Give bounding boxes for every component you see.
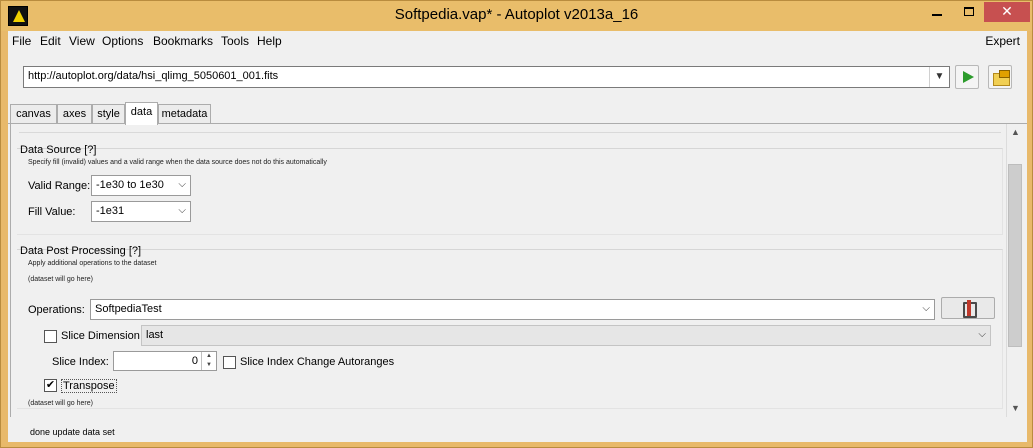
client-area: File Edit View Options Bookmarks Tools H… <box>8 31 1027 442</box>
status-bar: done update data set <box>8 424 1027 442</box>
operations-value: SoftpediaTest <box>95 303 162 315</box>
menu-file[interactable]: File <box>12 34 31 48</box>
menu-help[interactable]: Help <box>257 34 282 48</box>
tab-canvas[interactable]: canvas <box>10 104 57 124</box>
app-window: Softpedia.vap* - Autoplot v2013a_16 ✕ Fi… <box>0 0 1033 448</box>
url-text: http://autoplot.org/data/hsi_qlimg_50506… <box>28 70 279 82</box>
transpose-label: Transpose <box>61 379 117 393</box>
spinner-arrows[interactable]: ▲ ▼ <box>201 352 216 370</box>
menu-bookmarks[interactable]: Bookmarks <box>153 34 213 48</box>
menu-tools[interactable]: Tools <box>221 34 249 48</box>
post-processing-title[interactable]: Data Post Processing [?] <box>20 245 141 257</box>
close-button[interactable]: ✕ <box>984 2 1030 22</box>
minimize-icon <box>932 14 942 16</box>
chevron-down-icon[interactable]: ▼ <box>202 361 216 370</box>
tab-axes[interactable]: axes <box>57 104 92 124</box>
menu-view[interactable]: View <box>69 34 95 48</box>
slice-index-spinner[interactable]: 0 ▲ ▼ <box>113 351 217 371</box>
menu-edit[interactable]: Edit <box>40 34 61 48</box>
chevron-down-icon[interactable]: ▼ <box>929 67 949 87</box>
divider <box>19 132 1001 133</box>
fill-value-select[interactable]: -1e31 ⌵ <box>91 201 191 222</box>
menu-bar: File Edit View Options Bookmarks Tools H… <box>8 31 1027 52</box>
slice-autorange-checkbox[interactable] <box>223 356 236 369</box>
data-source-title[interactable]: Data Source [?] <box>20 144 96 156</box>
operations-editor-button[interactable] <box>941 297 995 319</box>
slice-dimension-value: last <box>146 329 164 341</box>
plot-button[interactable] <box>955 65 979 89</box>
slice-dimension-label: Slice Dimension <box>61 330 140 342</box>
operations-input[interactable]: SoftpediaTest ⌵ <box>90 299 935 320</box>
fill-value-label: Fill Value: <box>28 206 76 218</box>
dataset-placeholder: (dataset will go here) <box>28 400 93 407</box>
window-title: Softpedia.vap* - Autoplot v2013a_16 <box>394 6 639 23</box>
tab-metadata[interactable]: metadata <box>158 104 211 124</box>
browse-folder-button[interactable] <box>988 65 1012 89</box>
maximize-icon <box>964 7 974 16</box>
data-panel: Data Source [?] Specify fill (invalid) v… <box>10 124 1007 417</box>
valid-range-value: -1e30 to 1e30 <box>96 179 164 191</box>
valid-range-label: Valid Range: <box>28 180 91 192</box>
fill-value-value: -1e31 <box>96 205 125 217</box>
valid-range-select[interactable]: -1e30 to 1e30 ⌵ <box>91 175 191 196</box>
chevron-down-icon: ⌵ <box>178 205 186 216</box>
tab-style[interactable]: style <box>92 104 125 124</box>
slice-index-value: 0 <box>191 355 198 367</box>
close-icon: ✕ <box>1001 3 1013 19</box>
url-input[interactable]: http://autoplot.org/data/hsi_qlimg_50506… <box>23 66 950 88</box>
post-processing-hint: Apply additional operations to the datas… <box>28 260 157 267</box>
title-bar[interactable]: Softpedia.vap* - Autoplot v2013a_16 ✕ <box>1 1 1032 31</box>
slice-dimension-checkbox[interactable] <box>44 330 57 343</box>
vertical-scrollbar[interactable]: ▲ ▼ <box>1006 124 1023 417</box>
chevron-down-icon: ⌵ <box>922 303 930 314</box>
scrollbar-thumb[interactable] <box>1008 164 1022 347</box>
slice-dimension-select[interactable]: last ⌵ <box>141 325 991 346</box>
maximize-button[interactable] <box>954 2 984 22</box>
chevron-down-icon: ⌵ <box>978 329 986 340</box>
chevron-up-icon[interactable]: ▲ <box>202 352 216 361</box>
operations-label: Operations: <box>28 304 85 316</box>
slice-autorange-label: Slice Index Change Autoranges <box>240 356 395 368</box>
dataset-placeholder: (dataset will go here) <box>28 276 93 283</box>
menu-expert[interactable]: Expert <box>985 34 1020 48</box>
slice-index-label: Slice Index: <box>52 356 109 368</box>
minimize-button[interactable] <box>920 2 954 22</box>
data-source-hint: Specify fill (invalid) values and a vali… <box>28 159 327 166</box>
transpose-checkbox[interactable]: ✔ <box>44 379 57 392</box>
scroll-down-icon[interactable]: ▼ <box>1007 400 1024 417</box>
chevron-down-icon: ⌵ <box>178 179 186 190</box>
scroll-up-icon[interactable]: ▲ <box>1007 124 1024 141</box>
status-text: done update data set <box>30 427 115 437</box>
menu-options[interactable]: Options <box>102 34 143 48</box>
tab-data[interactable]: data <box>125 102 158 125</box>
